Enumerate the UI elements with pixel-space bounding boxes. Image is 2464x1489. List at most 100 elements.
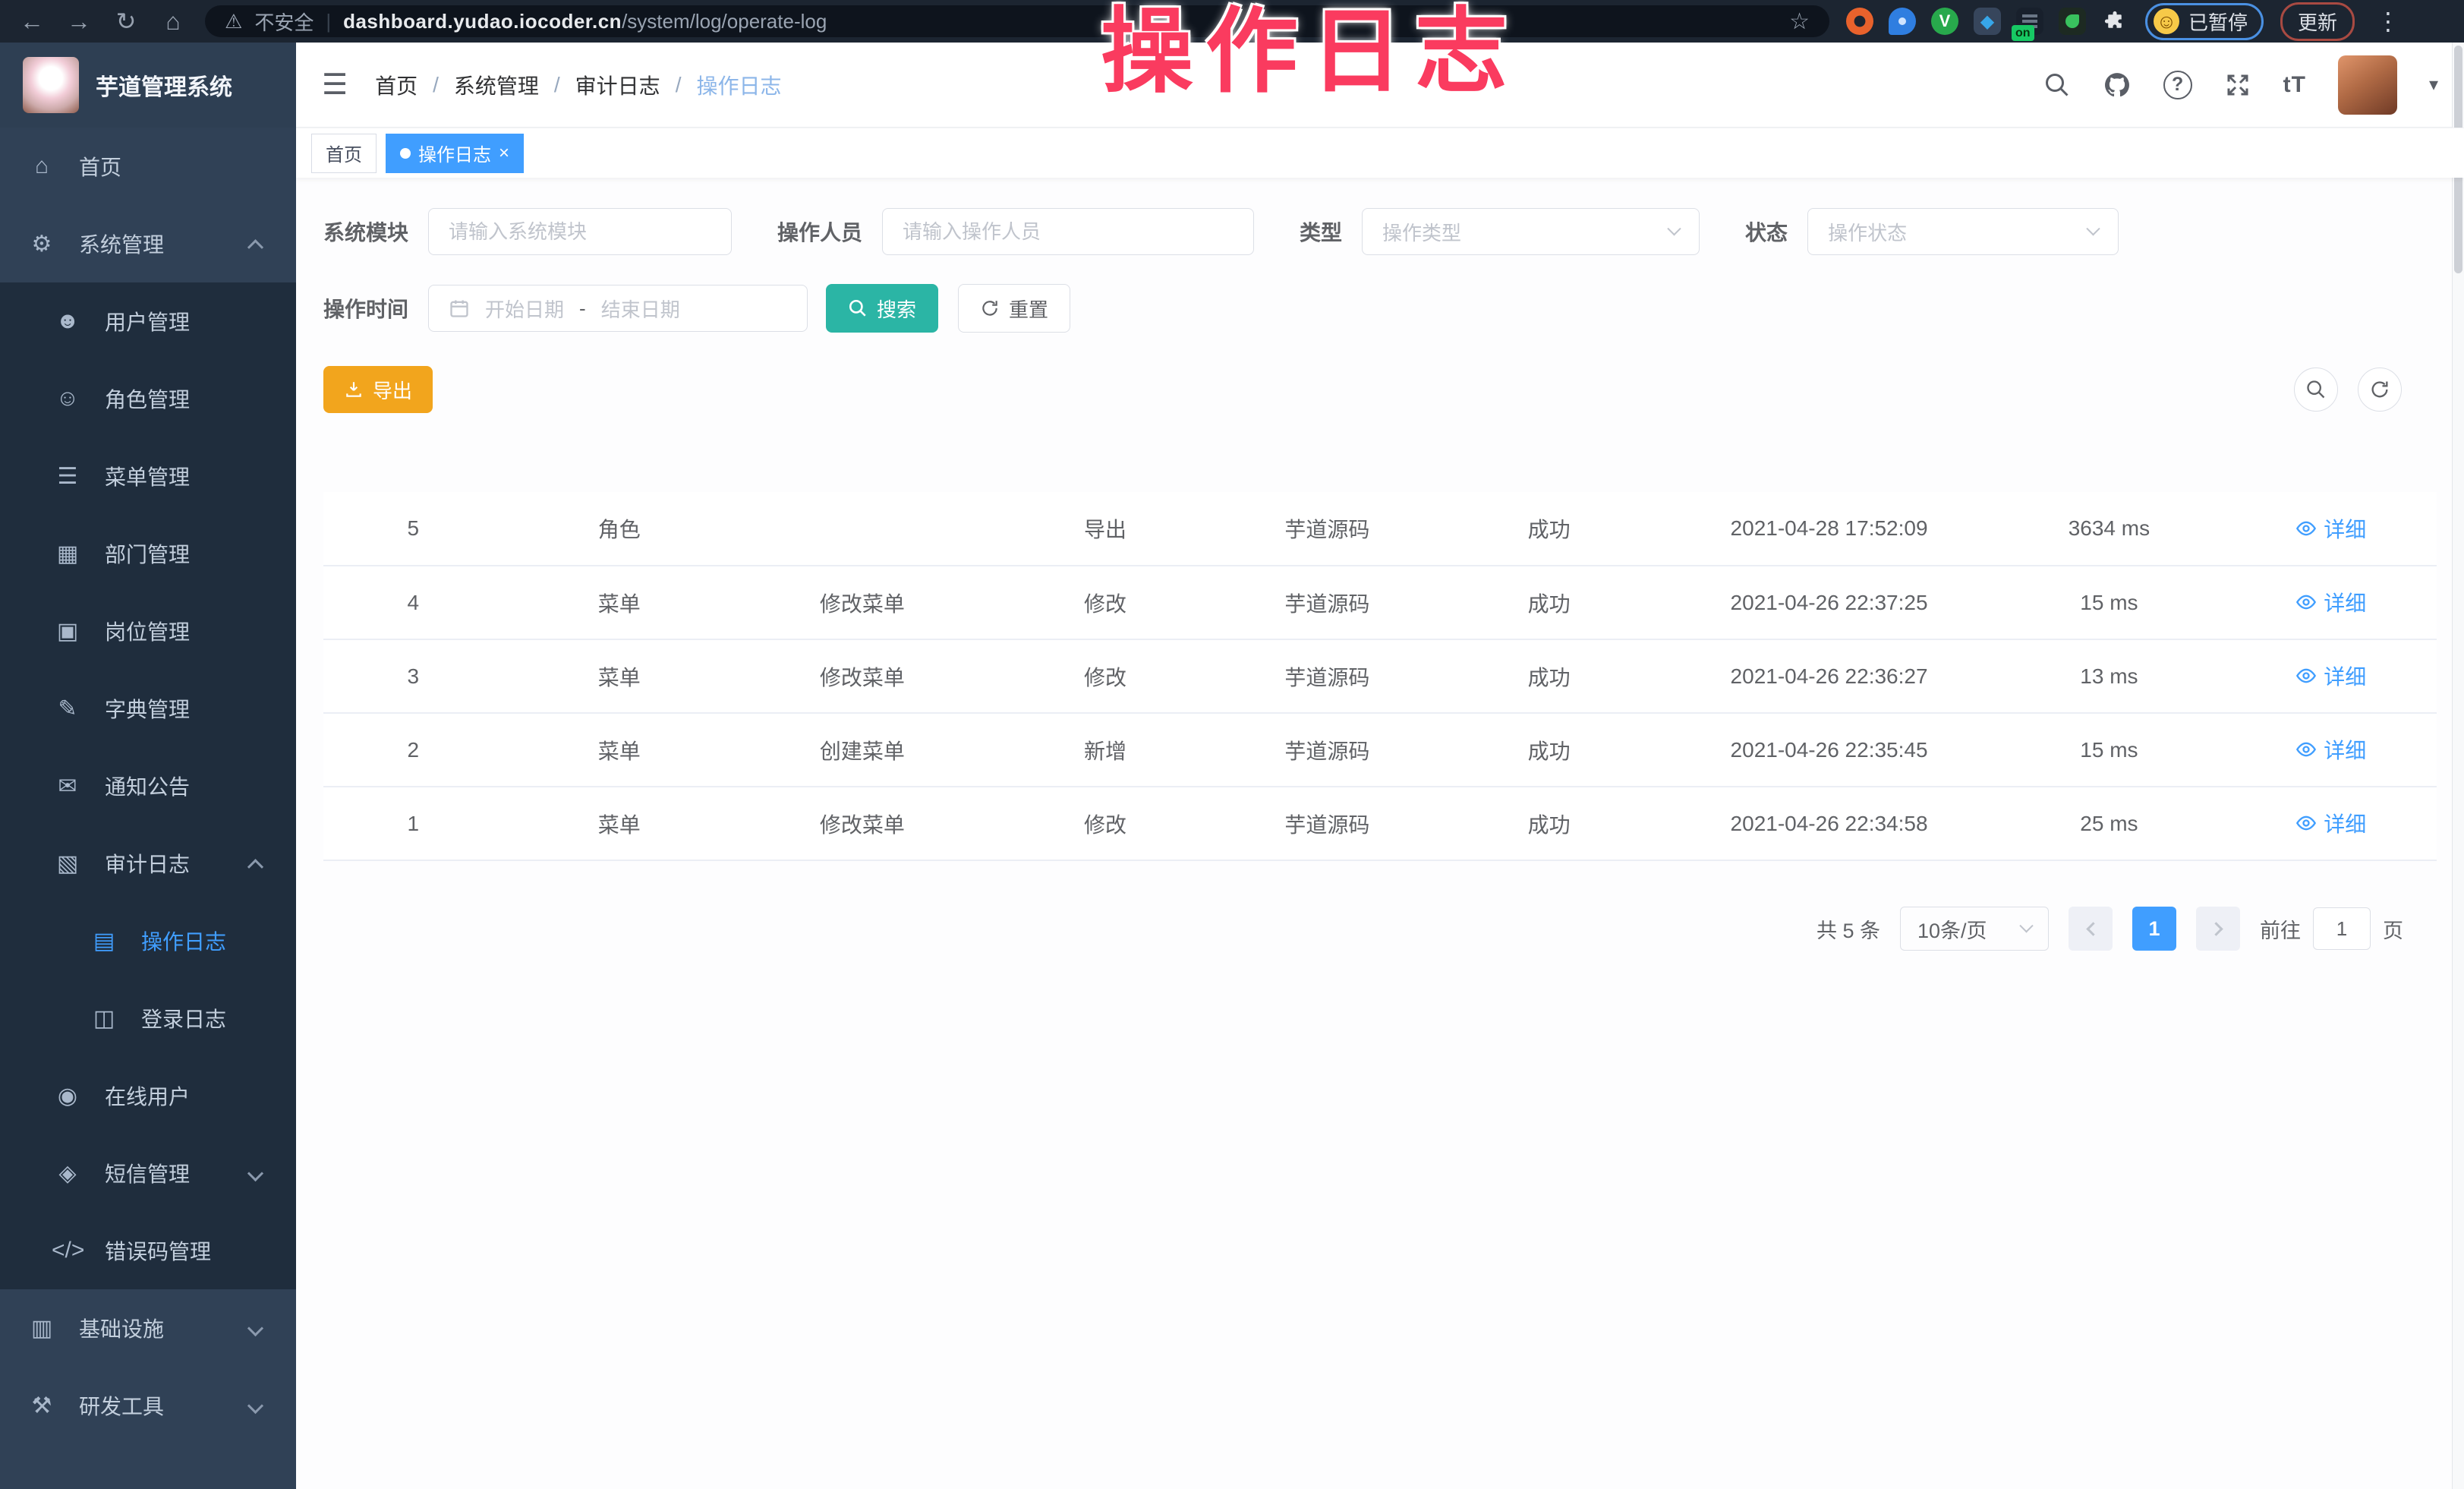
column-header	[1665, 440, 1993, 492]
sidebar-item[interactable]: ▦ 部门管理	[0, 515, 296, 592]
tag-operate-log[interactable]: 操作日志 ×	[386, 134, 524, 173]
menu-item-label: 字典管理	[105, 693, 190, 724]
user-avatar[interactable]	[2338, 55, 2397, 115]
browser-menu-icon[interactable]: ⋮	[2371, 7, 2405, 36]
github-icon[interactable]	[2103, 71, 2132, 99]
search-button[interactable]: 搜索	[826, 284, 938, 333]
reset-button-label: 重置	[1009, 295, 1048, 323]
eye-icon	[2295, 812, 2317, 834]
refresh-icon[interactable]	[2358, 368, 2402, 412]
extension-icon-leaf[interactable]	[2059, 8, 2086, 35]
current-page-button[interactable]: 1	[2132, 907, 2176, 951]
browser-reload-icon[interactable]: ↻	[111, 0, 141, 43]
sidebar-toggle-icon[interactable]: ☰	[322, 68, 348, 102]
breadcrumb-audit[interactable]: 审计日志	[575, 70, 660, 100]
detail-link[interactable]: 详细	[2295, 808, 2366, 838]
font-size-icon[interactable]: tT	[2283, 72, 2306, 98]
sidebar-item[interactable]: ☻ 用户管理	[0, 282, 296, 360]
browser-back-icon[interactable]: ←	[17, 0, 47, 43]
cell-actions: 详细	[2226, 566, 2437, 639]
browser-update-button[interactable]: 更新	[2280, 2, 2355, 41]
prev-page-button[interactable]	[2069, 907, 2113, 951]
sidebar-item[interactable]: ☺ 角色管理	[0, 360, 296, 437]
sidebar-item[interactable]: ⌂ 首页	[0, 128, 296, 205]
bookmark-star-icon[interactable]: ☆	[1789, 8, 1810, 35]
sidebar-item[interactable]: </> 错误码管理	[0, 1212, 296, 1289]
detail-link[interactable]: 详细	[2295, 513, 2366, 544]
sidebar-item[interactable]: ◉ 在线用户	[0, 1057, 296, 1134]
sidebar-item[interactable]: ▣ 岗位管理	[0, 592, 296, 670]
sidebar-item[interactable]: ▥ 基础设施	[0, 1289, 296, 1367]
app-frame: 芋道管理系统 ⌂ 首页 ⚙ 系统管理 ☻ 用户管理	[0, 43, 2464, 1489]
menu-item-icon: ▧	[52, 850, 83, 877]
menu-item-icon: ▣	[52, 618, 83, 645]
security-label[interactable]: 不安全	[254, 8, 314, 36]
fullscreen-icon[interactable]	[2224, 71, 2251, 99]
show-search-icon[interactable]	[2294, 368, 2338, 412]
sidebar-item[interactable]: ☰ 菜单管理	[0, 437, 296, 515]
cell-date: 2021-04-28 17:52:09	[1665, 492, 1993, 566]
column-header	[1433, 440, 1665, 492]
breadcrumb-system[interactable]: 系统管理	[454, 70, 539, 100]
browser-home-icon[interactable]: ⌂	[158, 0, 188, 43]
avatar-caret-icon[interactable]: ▾	[2429, 74, 2438, 96]
url-text[interactable]: dashboard.yudao.iocoder.cn/system/log/op…	[343, 10, 827, 33]
cell-module: 菜单	[503, 566, 736, 639]
sidebar-item[interactable]: ▧ 审计日志	[0, 825, 296, 902]
tag-close-icon[interactable]: ×	[499, 144, 509, 162]
status-placeholder: 操作状态	[1828, 218, 1907, 246]
module-input[interactable]	[428, 208, 732, 255]
sidebar-item[interactable]: ⚒ 研发工具	[0, 1367, 296, 1444]
operator-input[interactable]	[882, 208, 1254, 255]
help-icon[interactable]: ?	[2163, 71, 2192, 99]
cell-actions: 详细	[2226, 787, 2437, 860]
sidebar-item[interactable]: ◫ 登录日志	[0, 980, 296, 1057]
cell-actions: 详细	[2226, 639, 2437, 713]
sidebar-item[interactable]: ⚙ 系统管理	[0, 205, 296, 282]
sidebar-item[interactable]: ◈ 短信管理	[0, 1134, 296, 1212]
cell-log-id: 4	[323, 566, 503, 639]
extensions-puzzle-icon[interactable]	[2101, 8, 2128, 35]
sidebar-item[interactable]: ✉ 通知公告	[0, 747, 296, 825]
extension-icon-vue[interactable]: V	[1931, 8, 1958, 35]
browser-profile-chip[interactable]: ☺ 已暂停	[2145, 3, 2264, 40]
cell-type: 修改	[989, 566, 1221, 639]
cell-operator: 芋道源码	[1221, 492, 1432, 566]
cell-log-id: 5	[323, 492, 503, 566]
detail-link[interactable]: 详细	[2295, 587, 2366, 617]
search-icon[interactable]	[2043, 71, 2071, 99]
filter-type: 类型 操作类型	[1300, 208, 1700, 255]
tag-home[interactable]: 首页	[311, 134, 377, 173]
address-bar[interactable]: ⚠ 不安全 | dashboard.yudao.iocoder.cn/syste…	[205, 5, 1829, 37]
detail-link[interactable]: 详细	[2295, 661, 2366, 691]
extension-icon-orange[interactable]	[1846, 8, 1873, 35]
detail-link[interactable]: 详细	[2295, 734, 2366, 765]
page-unit-label: 页	[2383, 914, 2403, 944]
next-page-button[interactable]	[2196, 907, 2240, 951]
breadcrumb-home[interactable]: 首页	[375, 70, 417, 100]
scrollbar[interactable]	[2452, 43, 2464, 1489]
not-secure-icon: ⚠	[225, 10, 242, 33]
sidebar-item[interactable]: ▤ 操作日志	[0, 902, 296, 980]
menu-item-icon: ☻	[52, 308, 83, 334]
date-range-picker[interactable]: 开始日期 - 结束日期	[428, 285, 808, 332]
reset-button[interactable]: 重置	[958, 284, 1070, 333]
export-button[interactable]: 导出	[323, 366, 433, 413]
operate-log-table: 5 角色 导出 芋道源码 成功 2021-04-28 17:52:09 3634…	[323, 440, 2437, 861]
filter-row-2: 操作时间 开始日期 - 结束日期 搜索	[323, 284, 2437, 333]
tag-label: 操作日志	[418, 140, 491, 166]
extension-icon-pin[interactable]	[1889, 8, 1916, 35]
cell-date: 2021-04-26 22:35:45	[1665, 713, 1993, 787]
browser-forward-icon[interactable]: →	[64, 0, 94, 43]
type-select[interactable]: 操作类型	[1362, 208, 1700, 255]
table-row: 2 菜单 创建菜单 新增 芋道源码 成功 2021-04-26 22:35:45…	[323, 713, 2437, 787]
goto-page-input[interactable]	[2313, 907, 2371, 950]
sidebar-item[interactable]: ✎ 字典管理	[0, 670, 296, 747]
status-label: 状态	[1745, 216, 1788, 247]
extension-icon-diamond[interactable]: ◆	[1974, 8, 2001, 35]
cell-log-id: 1	[323, 787, 503, 860]
status-select[interactable]: 操作状态	[1807, 208, 2119, 255]
page-size-select[interactable]: 10条/页	[1900, 907, 2049, 951]
sidebar-logo[interactable]: 芋道管理系统	[0, 43, 296, 128]
extension-icon-switch[interactable]: on	[2016, 8, 2043, 35]
